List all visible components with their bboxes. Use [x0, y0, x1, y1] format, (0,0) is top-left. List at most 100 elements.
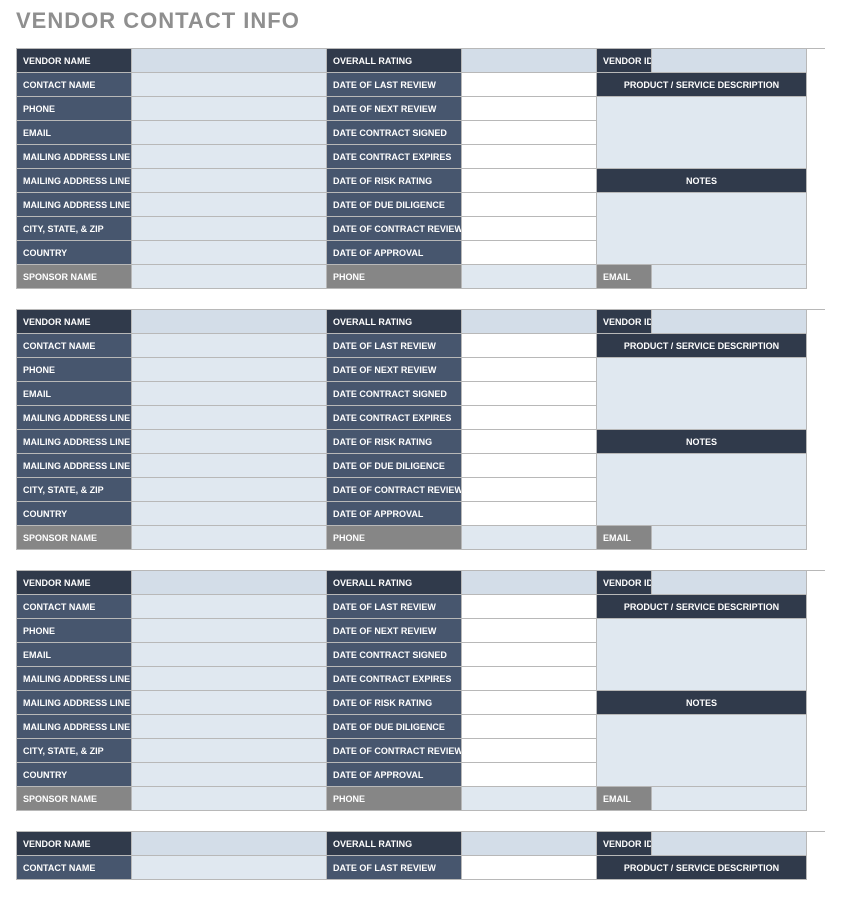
addr3-field[interactable] [132, 454, 327, 478]
vendor-id-field[interactable] [652, 832, 807, 856]
date-approval-label: DATE OF APPROVAL [327, 502, 462, 526]
vendor-name-field[interactable] [132, 49, 327, 73]
notes-field[interactable] [597, 193, 807, 265]
date-due-diligence-field[interactable] [462, 454, 597, 478]
date-due-diligence-field[interactable] [462, 715, 597, 739]
date-risk-rating-field[interactable] [462, 430, 597, 454]
addr3-label: MAILING ADDRESS LINE 3 [17, 454, 132, 478]
email-label: EMAIL [17, 643, 132, 667]
date-contract-review-field[interactable] [462, 217, 597, 241]
sponsor-email-field[interactable] [652, 787, 807, 811]
date-next-review-field[interactable] [462, 619, 597, 643]
phone-label: PHONE [17, 97, 132, 121]
vendor-id-field[interactable] [652, 571, 807, 595]
date-contract-expires-field[interactable] [462, 406, 597, 430]
overall-rating-field[interactable] [462, 310, 597, 334]
vendor-block: VENDOR NAMEOVERALL RATINGVENDOR IDCONTAC… [16, 831, 825, 880]
date-risk-rating-field[interactable] [462, 691, 597, 715]
notes-field[interactable] [597, 715, 807, 787]
product-desc-label: PRODUCT / SERVICE DESCRIPTION [597, 334, 807, 358]
overall-rating-field[interactable] [462, 571, 597, 595]
sponsor-phone-field[interactable] [462, 265, 597, 289]
date-approval-field[interactable] [462, 502, 597, 526]
date-risk-rating-label: DATE OF RISK RATING [327, 430, 462, 454]
country-field[interactable] [132, 241, 327, 265]
email-field[interactable] [132, 382, 327, 406]
addr2-field[interactable] [132, 430, 327, 454]
contact-name-field[interactable] [132, 595, 327, 619]
city-state-zip-field[interactable] [132, 739, 327, 763]
contact-name-field[interactable] [132, 334, 327, 358]
date-contract-review-field[interactable] [462, 739, 597, 763]
vendor-name-label: VENDOR NAME [17, 49, 132, 73]
city-state-zip-field[interactable] [132, 478, 327, 502]
overall-rating-field[interactable] [462, 832, 597, 856]
vendor-id-field[interactable] [652, 310, 807, 334]
contact-name-label: CONTACT NAME [17, 334, 132, 358]
vendor-block: VENDOR NAMEOVERALL RATINGVENDOR IDCONTAC… [16, 48, 825, 289]
sponsor-phone-field[interactable] [462, 787, 597, 811]
phone-field[interactable] [132, 97, 327, 121]
sponsor-name-field[interactable] [132, 265, 327, 289]
country-field[interactable] [132, 763, 327, 787]
sponsor-name-field[interactable] [132, 526, 327, 550]
date-last-review-label: DATE OF LAST REVIEW [327, 856, 462, 880]
addr2-field[interactable] [132, 169, 327, 193]
notes-label: NOTES [597, 169, 807, 193]
date-next-review-field[interactable] [462, 358, 597, 382]
overall-rating-label: OVERALL RATING [327, 49, 462, 73]
date-last-review-field[interactable] [462, 856, 597, 880]
date-risk-rating-field[interactable] [462, 169, 597, 193]
date-contract-expires-field[interactable] [462, 145, 597, 169]
addr1-field[interactable] [132, 406, 327, 430]
date-last-review-field[interactable] [462, 73, 597, 97]
vendor-name-field[interactable] [132, 571, 327, 595]
contact-name-field[interactable] [132, 73, 327, 97]
product-desc-field[interactable] [597, 358, 807, 430]
date-contract-review-label: DATE OF CONTRACT REVIEW [327, 478, 462, 502]
date-approval-label: DATE OF APPROVAL [327, 241, 462, 265]
date-approval-field[interactable] [462, 763, 597, 787]
date-last-review-field[interactable] [462, 595, 597, 619]
date-last-review-label: DATE OF LAST REVIEW [327, 334, 462, 358]
date-last-review-field[interactable] [462, 334, 597, 358]
product-desc-label: PRODUCT / SERVICE DESCRIPTION [597, 856, 807, 880]
date-due-diligence-label: DATE OF DUE DILIGENCE [327, 454, 462, 478]
phone-field[interactable] [132, 619, 327, 643]
date-next-review-label: DATE OF NEXT REVIEW [327, 619, 462, 643]
product-desc-field[interactable] [597, 619, 807, 691]
vendor-id-label: VENDOR ID [597, 832, 652, 856]
city-state-zip-field[interactable] [132, 217, 327, 241]
phone-field[interactable] [132, 358, 327, 382]
sponsor-email-field[interactable] [652, 265, 807, 289]
vendor-id-label: VENDOR ID [597, 310, 652, 334]
date-due-diligence-field[interactable] [462, 193, 597, 217]
vendor-id-field[interactable] [652, 49, 807, 73]
notes-field[interactable] [597, 454, 807, 526]
addr1-field[interactable] [132, 145, 327, 169]
addr3-field[interactable] [132, 715, 327, 739]
email-field[interactable] [132, 643, 327, 667]
date-contract-expires-field[interactable] [462, 667, 597, 691]
date-contract-signed-field[interactable] [462, 643, 597, 667]
addr2-field[interactable] [132, 691, 327, 715]
date-next-review-field[interactable] [462, 97, 597, 121]
sponsor-phone-field[interactable] [462, 526, 597, 550]
date-contract-signed-field[interactable] [462, 382, 597, 406]
product-desc-field[interactable] [597, 97, 807, 169]
sponsor-name-field[interactable] [132, 787, 327, 811]
date-contract-review-field[interactable] [462, 478, 597, 502]
vendor-name-field[interactable] [132, 310, 327, 334]
date-next-review-label: DATE OF NEXT REVIEW [327, 358, 462, 382]
country-field[interactable] [132, 502, 327, 526]
date-contract-signed-field[interactable] [462, 121, 597, 145]
overall-rating-field[interactable] [462, 49, 597, 73]
contact-name-field[interactable] [132, 856, 327, 880]
vendor-name-label: VENDOR NAME [17, 310, 132, 334]
sponsor-email-field[interactable] [652, 526, 807, 550]
addr1-field[interactable] [132, 667, 327, 691]
email-field[interactable] [132, 121, 327, 145]
vendor-name-field[interactable] [132, 832, 327, 856]
addr3-field[interactable] [132, 193, 327, 217]
date-approval-field[interactable] [462, 241, 597, 265]
